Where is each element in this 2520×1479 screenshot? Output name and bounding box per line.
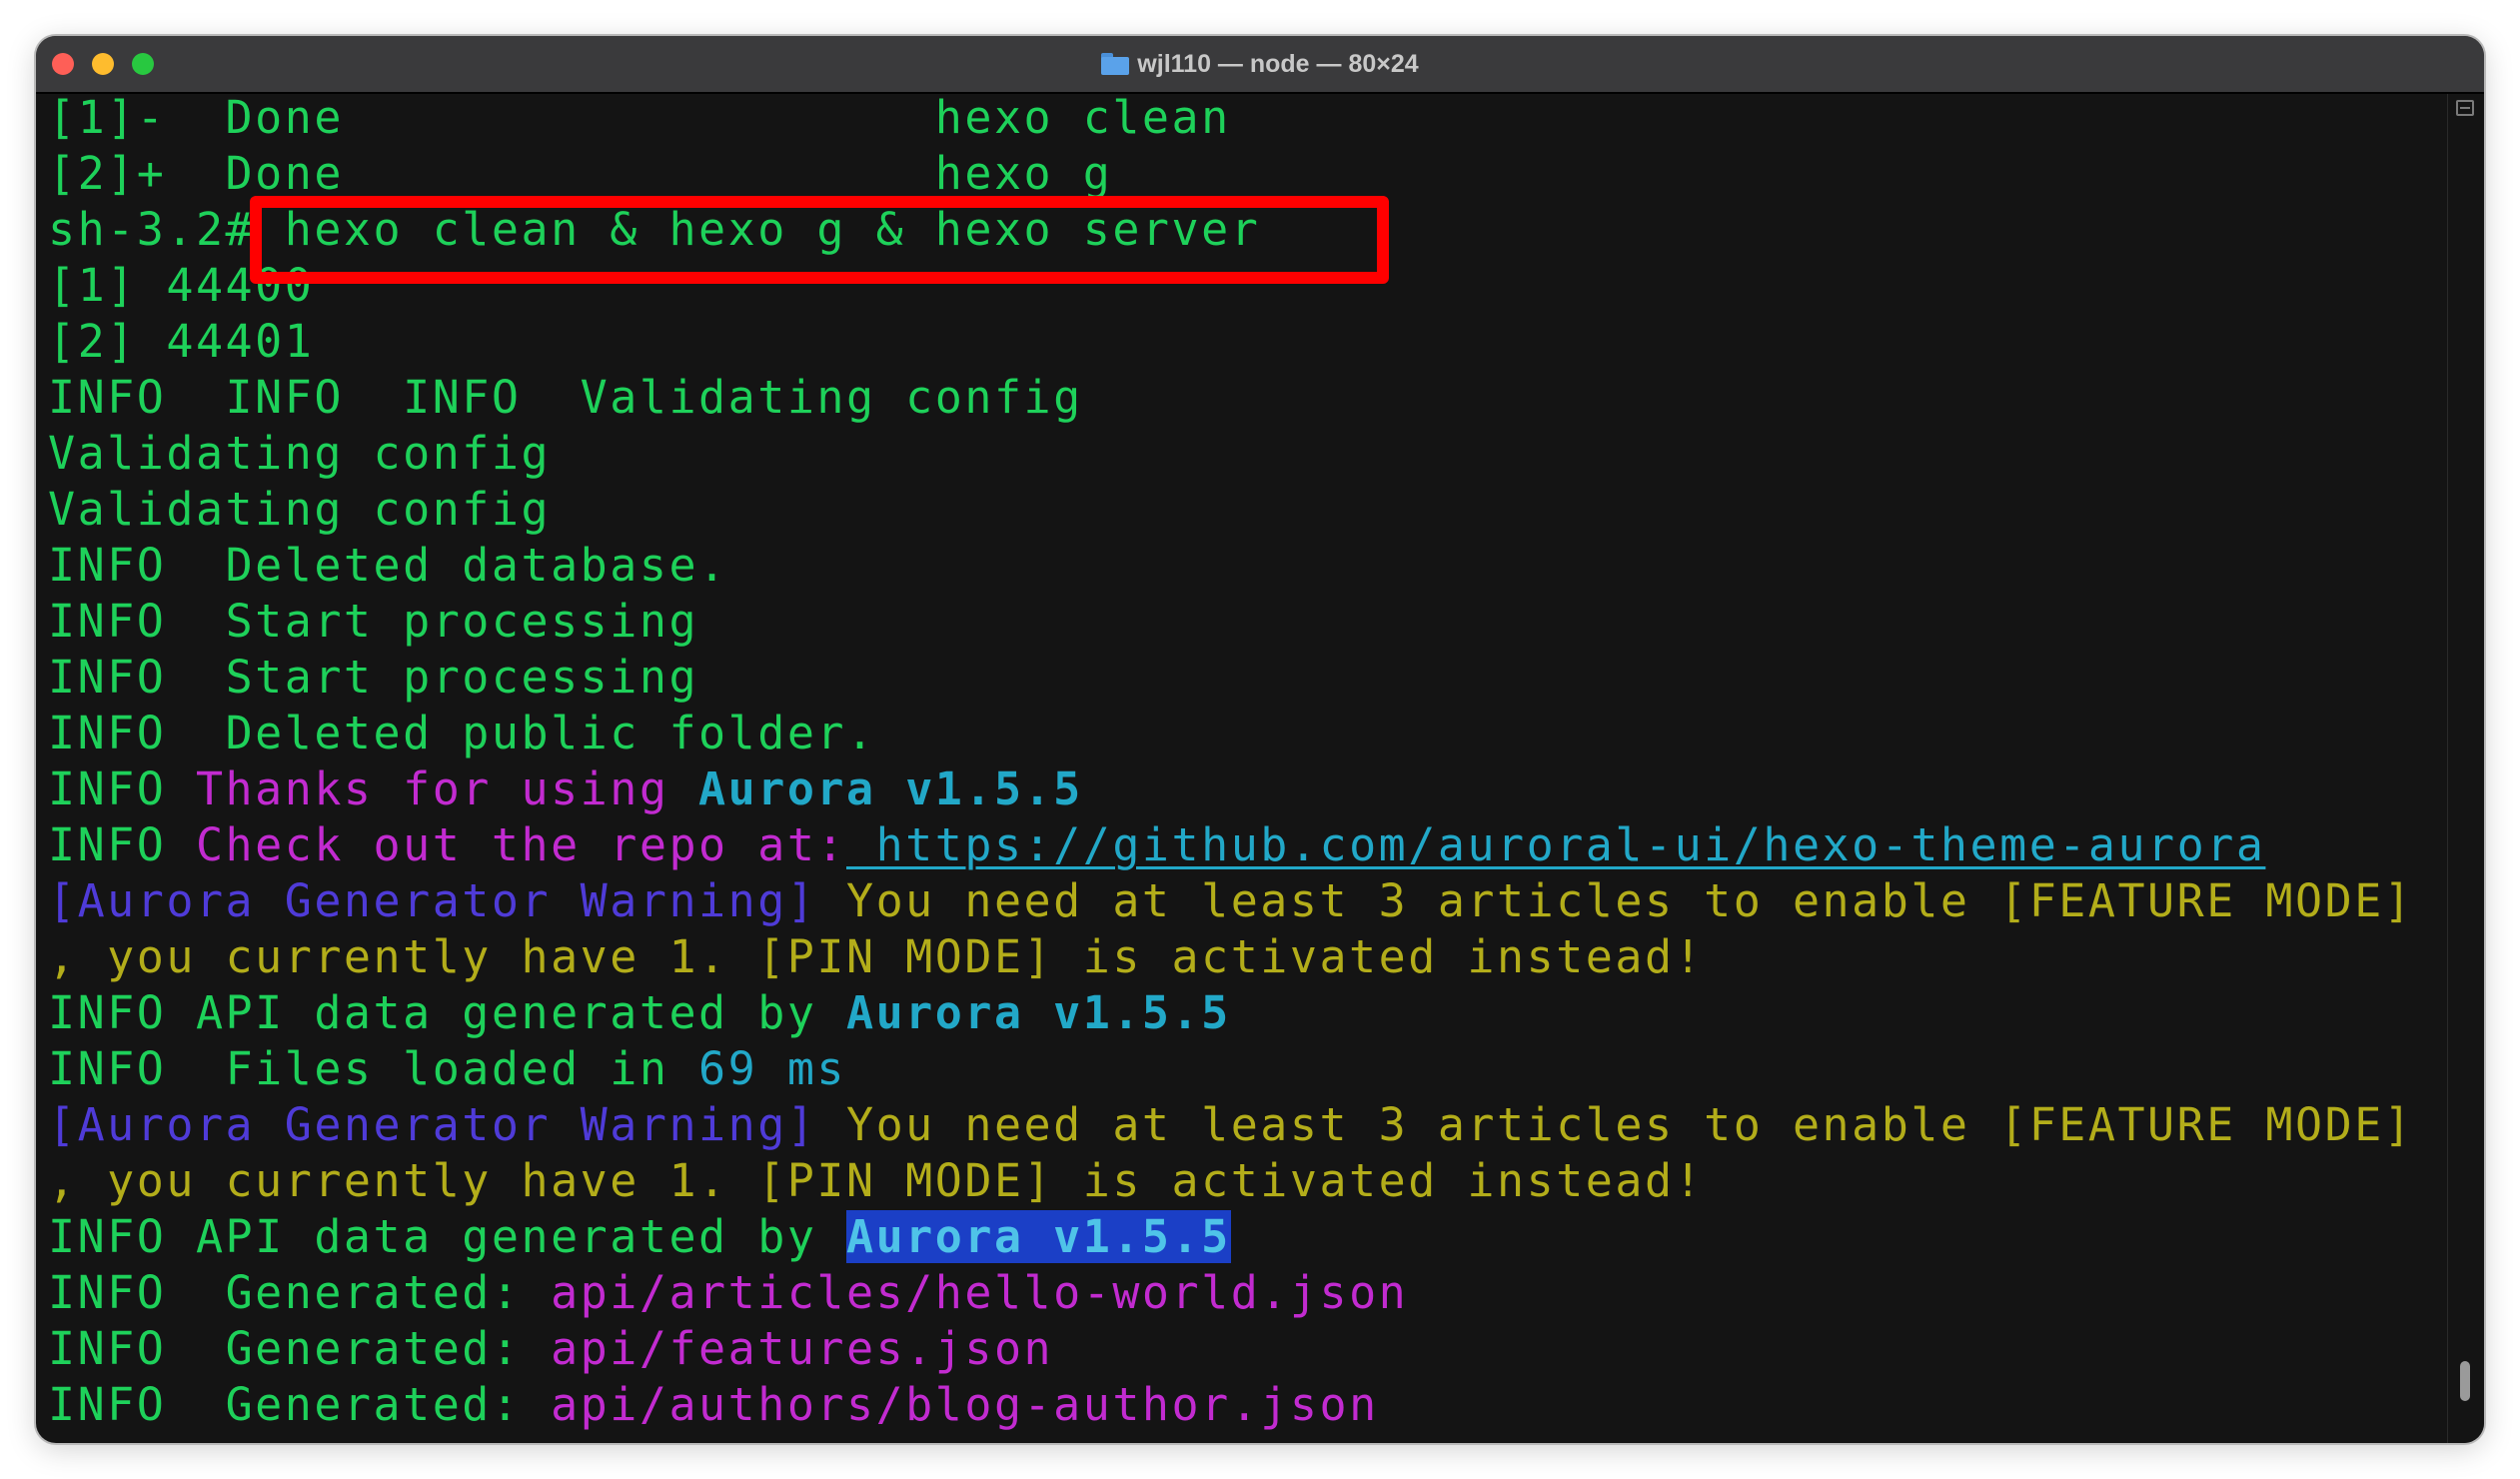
terminal-window: wjl110 — node — 80×24 [1]- Done hexo cle…	[36, 36, 2484, 1443]
terminal-text-segment: INFO	[48, 1210, 196, 1263]
terminal-text-segment: API data generated by	[195, 1210, 846, 1263]
terminal-text-segment: Files loaded in	[225, 1042, 699, 1095]
terminal-text-segment: You need at least 3 articles to enable […	[816, 1098, 2414, 1151]
terminal-text-segment: INFO	[48, 1042, 226, 1095]
terminal-text-segment: INFO	[48, 1378, 226, 1431]
terminal-line: , you currently have 1. [PIN MODE] is ac…	[48, 929, 2460, 985]
terminal-text-segment: [Aurora Generator Warning]	[48, 874, 817, 927]
terminal-text-segment: Aurora v1.5.5	[698, 762, 1083, 815]
terminal-line: , you currently have 1. [PIN MODE] is ac…	[48, 1153, 2460, 1209]
terminal-text-segment: Validating config	[48, 483, 552, 536]
terminal-text-segment: Check out the repo at:	[195, 818, 846, 871]
terminal-line: Validating config	[48, 426, 2460, 482]
terminal-text-segment: , you currently have 1. [PIN MODE] is ac…	[48, 1154, 1705, 1207]
terminal-line: INFO Generated: api/authors/blog-author.…	[48, 1377, 2460, 1433]
terminal-line: [2]+ Done hexo g	[48, 146, 2460, 202]
terminal-text-segment: INFO	[48, 818, 196, 871]
terminal-text-segment: API data generated by	[195, 986, 846, 1039]
folder-icon	[1101, 53, 1130, 75]
terminal-text-segment: [2]+ Done hexo g	[48, 147, 1113, 200]
terminal-text-segment: [Aurora Generator Warning]	[48, 1098, 817, 1151]
split-pane-icon[interactable]	[2456, 100, 2474, 116]
terminal-text-segment: Thanks for using	[195, 762, 699, 815]
terminal-line: INFO Check out the repo at: https://gith…	[48, 817, 2460, 873]
terminal-text-segment: INFO	[48, 1266, 226, 1319]
terminal-text-segment: Aurora v1.5.5	[846, 1210, 1231, 1263]
terminal-text-segment: Start processing	[225, 595, 699, 648]
terminal-text-segment: Aurora v1.5.5	[846, 986, 1231, 1039]
terminal-line: sh-3.2# hexo clean & hexo g & hexo serve…	[48, 202, 2460, 258]
terminal-text-segment: Generated:	[225, 1378, 552, 1431]
terminal-text-segment: INFO	[48, 595, 226, 648]
terminal-line: [1] 44400	[48, 258, 2460, 314]
scrollbar[interactable]	[2447, 94, 2484, 1443]
repo-link[interactable]: https://github.com/auroral-ui/hexo-theme…	[846, 818, 2265, 871]
terminal-text-segment: INFO	[48, 651, 226, 704]
terminal-line: INFO Start processing	[48, 594, 2460, 650]
terminal-line: [Aurora Generator Warning] You need at l…	[48, 1097, 2460, 1153]
terminal-line: [1]- Done hexo clean	[48, 90, 2460, 146]
terminal-text-segment: Generated:	[225, 1322, 552, 1375]
terminal-text-segment: INFO	[48, 1322, 226, 1375]
terminal-line: INFO Files loaded in 69 ms	[48, 1041, 2460, 1097]
terminal-text-segment: api/authors/blog-author.json	[551, 1378, 1379, 1431]
terminal-text-segment: Validating config	[48, 427, 552, 480]
title-bar[interactable]: wjl110 — node — 80×24	[36, 36, 2484, 94]
terminal-text-segment: [1]- Done hexo clean	[48, 91, 1231, 144]
terminal-text-segment: Start processing	[225, 651, 699, 704]
terminal-line: INFO INFO INFO Validating config	[48, 370, 2460, 426]
terminal-line: Validating config	[48, 482, 2460, 538]
terminal-text-segment: api/articles/hello-world.json	[551, 1266, 1409, 1319]
terminal-text-segment: Deleted public folder.	[225, 707, 876, 759]
terminal-line: INFO Deleted public folder.	[48, 706, 2460, 761]
terminal-text-segment: INFO	[48, 539, 226, 592]
terminal-text-segment: api/features.json	[551, 1322, 1054, 1375]
terminal-line: INFO API data generated by Aurora v1.5.5	[48, 985, 2460, 1041]
terminal-text-segment: Validating config	[580, 371, 1083, 424]
terminal-line: INFO Start processing	[48, 650, 2460, 706]
terminal-text-segment: [1] 44400	[48, 259, 315, 312]
terminal-text-segment: 69 ms	[698, 1042, 847, 1095]
terminal-line: [Aurora Generator Warning] You need at l…	[48, 873, 2460, 929]
terminal-text-segment: You need at least 3 articles to enable […	[816, 874, 2414, 927]
terminal-line: INFO Thanks for using Aurora v1.5.5	[48, 761, 2460, 817]
window-title: wjl110 — node — 80×24	[36, 36, 2484, 92]
terminal-text-segment: Generated:	[225, 1266, 552, 1319]
terminal-text-segment: INFO INFO INFO	[48, 371, 581, 424]
terminal-line: [2] 44401	[48, 314, 2460, 370]
terminal-line: INFO Generated: api/articles/hello-world…	[48, 1265, 2460, 1321]
terminal-text-segment: [2] 44401	[48, 315, 315, 368]
terminal-line: INFO Deleted database.	[48, 538, 2460, 594]
terminal-output[interactable]: [1]- Done hexo clean [2]+ Done hexo g sh-3…	[36, 91, 2460, 1443]
terminal-text-segment: , you currently have 1. [PIN MODE] is ac…	[48, 930, 1705, 983]
terminal-line: INFO Generated: api/features.json	[48, 1321, 2460, 1377]
terminal-text-segment: INFO	[48, 986, 196, 1039]
window-title-text: wjl110 — node — 80×24	[1137, 50, 1419, 78]
terminal-text-segment: sh-3.2# hexo clean & hexo g & hexo serve…	[48, 203, 1261, 256]
terminal-text-segment: Deleted database.	[225, 539, 728, 592]
scrollbar-thumb[interactable]	[2460, 1361, 2470, 1401]
terminal-text-segment: INFO	[48, 762, 196, 815]
terminal-text-segment: INFO	[48, 707, 226, 759]
terminal-line: INFO API data generated by Aurora v1.5.5	[48, 1209, 2460, 1265]
